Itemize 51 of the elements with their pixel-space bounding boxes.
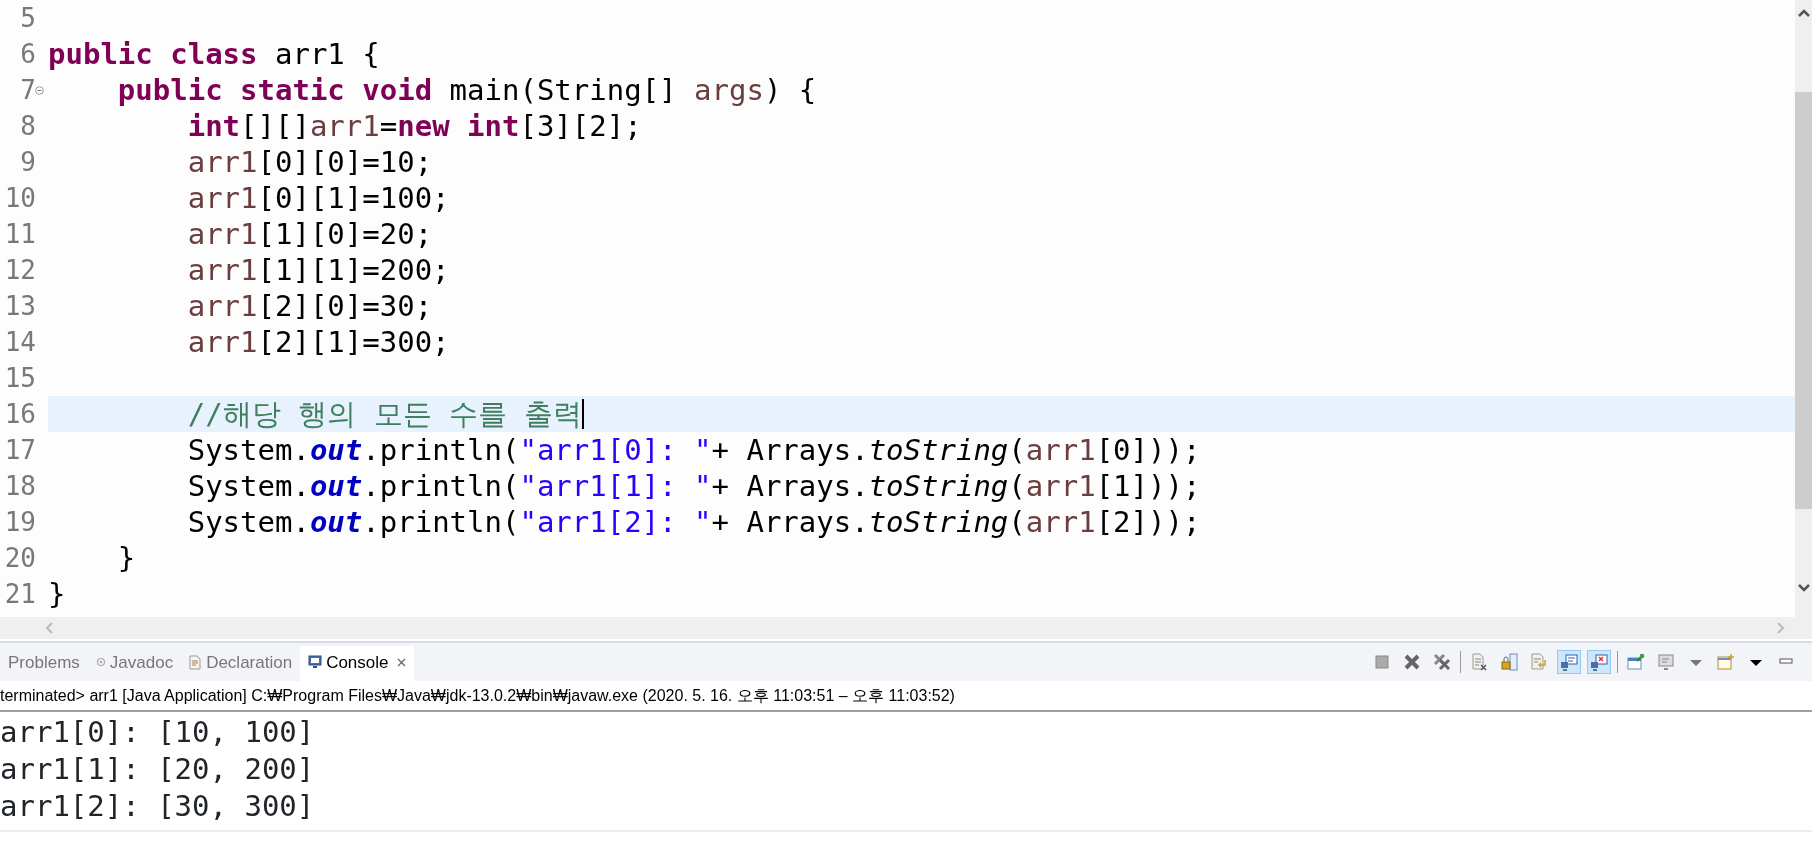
code-line: arr1[0][0]=10; (186, 145, 433, 179)
code-line: //해당 행의 모든 수를 출력 (186, 397, 583, 431)
line-number: 13 (3, 289, 36, 323)
collapse-icon[interactable] (35, 85, 44, 95)
line-number: 8 (19, 109, 36, 143)
line-number: 17 (3, 433, 36, 467)
line-number: 7 (19, 73, 36, 107)
monitor-icon (308, 655, 323, 670)
code-line: arr1[1][0]=20; (186, 217, 433, 251)
line-number: 14 (3, 325, 36, 359)
close-icon[interactable] (396, 657, 406, 667)
line-number: 21 (3, 577, 36, 611)
line-number: 6 (19, 37, 36, 71)
code-line: arr1[2][1]=300; (186, 325, 450, 359)
monitor-error-icon[interactable] (1587, 650, 1611, 674)
panel-tab[interactable]: Declaration (181, 645, 301, 681)
line-number: 19 (3, 505, 36, 539)
text-cursor (582, 399, 585, 429)
line-number: 16 (3, 397, 36, 431)
code-line: int[][]arr1=new int[3][2]; (186, 109, 642, 143)
monitor-message-icon[interactable] (1557, 650, 1581, 674)
panel-tab[interactable]: Problems (0, 645, 88, 681)
line-number: 9 (19, 145, 36, 179)
panel-tab[interactable]: Javadoc (87, 645, 182, 681)
code-line: System.out.println("arr1[0]: "+ Arrays.toString(arr1[0])); (186, 433, 1201, 467)
line-number: 12 (3, 253, 36, 287)
code-line: arr1[0][1]=100; (186, 181, 450, 215)
scroll-up-icon[interactable] (1797, 8, 1810, 18)
code-line: System.out.println("arr1[1]: "+ Arrays.toString(arr1[1])); (186, 469, 1201, 503)
code-line: arr1[1][1]=200; (186, 253, 450, 287)
code-line: arr1[2][0]=30; (186, 289, 433, 323)
line-number: 10 (3, 181, 36, 215)
line-number: 15 (3, 361, 36, 395)
console-output-line: arr1[1]: [20, 200] (0, 751, 316, 788)
line-number: 20 (3, 541, 36, 575)
code-line: public static void main(String[] args) { (116, 73, 817, 107)
code-line: public class arr1 { (48, 37, 380, 71)
scrollbar-thumb[interactable] (1795, 92, 1812, 509)
panel-tab[interactable]: Console (300, 645, 414, 681)
code-line: System.out.println("arr1[2]: "+ Arrays.toString(arr1[2])); (186, 505, 1201, 539)
document-icon (189, 654, 203, 670)
code-line: } (116, 541, 136, 575)
console-output-line: arr1[0]: [10, 100] (0, 714, 316, 751)
console-status-text: terminated> arr1 [Java Application] C:₩Program Files₩Java₩jdk-13.0.2₩bin₩javaw.exe (2020. 5. 16. 오후 11:03:51 – 오후 11:03:52) (0, 681, 1812, 712)
scroll-down-icon[interactable] (1797, 583, 1810, 593)
line-number: 5 (19, 1, 36, 35)
code-line: } (48, 577, 66, 611)
vertical-scrollbar[interactable] (1795, 0, 1812, 617)
line-number: 18 (3, 469, 36, 503)
console-output-line: arr1[2]: [30, 300] (0, 788, 316, 825)
line-number: 11 (3, 217, 36, 251)
